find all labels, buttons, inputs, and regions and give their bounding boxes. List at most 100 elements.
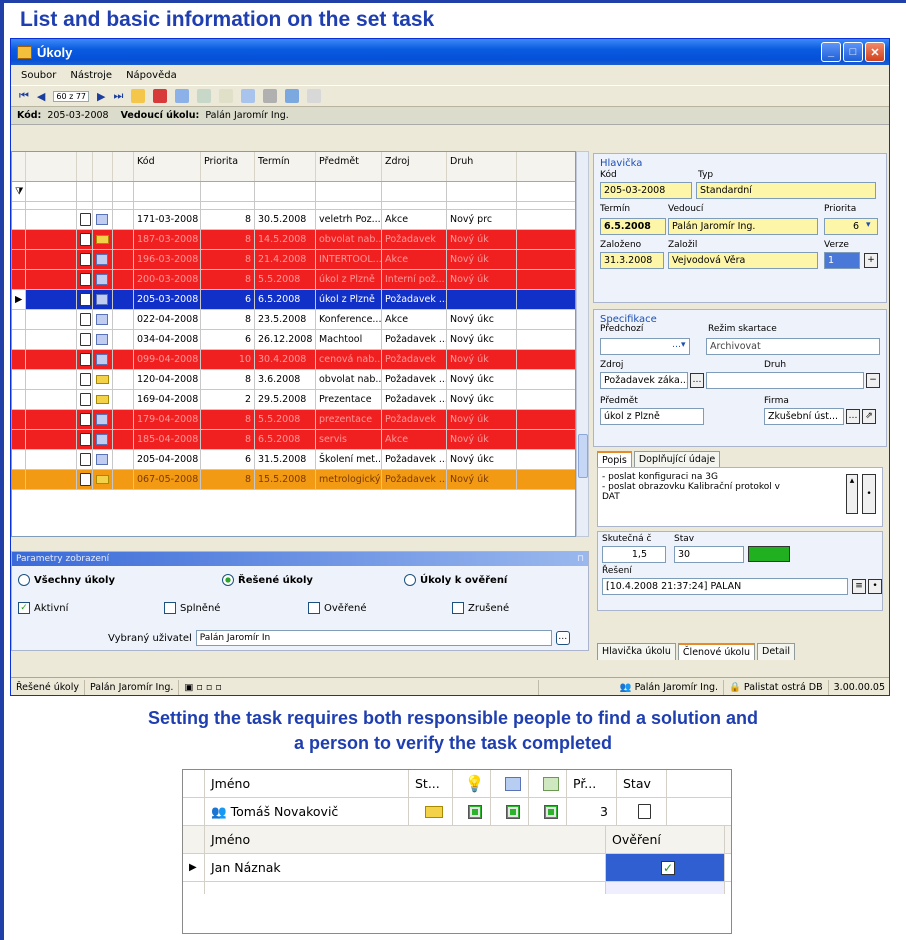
new-icon[interactable] (131, 89, 146, 103)
solver-row[interactable]: 👥 Tomáš Novakovič 3 (183, 798, 731, 826)
verze-button[interactable]: + (864, 253, 878, 268)
next-record-icon[interactable]: ▶ (97, 90, 105, 103)
zalozeno-field[interactable]: 31.3.2008 (600, 252, 664, 269)
delete-icon[interactable] (153, 89, 168, 103)
status-square-icon[interactable] (467, 804, 482, 819)
chk-active[interactable]: ✓ Aktivní (18, 602, 68, 614)
verifier-row[interactable]: ▶ Jan Náznak ✓ (183, 854, 731, 882)
kod-field[interactable]: 205-03-2008 (600, 182, 692, 199)
zdroj-field[interactable]: Požadavek záka... (600, 372, 688, 389)
selected-user-field[interactable]: Palán Jaromír In (195, 630, 552, 646)
last-record-icon[interactable]: ⏭ (114, 89, 124, 103)
col-druh[interactable]: Druh (447, 152, 517, 181)
tab-clenove[interactable]: Členové úkolu (677, 643, 756, 660)
druh-button[interactable]: − (866, 373, 880, 388)
chk-cancelled[interactable]: Zrušené (452, 602, 509, 614)
status-square-icon[interactable] (505, 804, 520, 819)
checkbox-checked-icon[interactable]: ✓ (18, 602, 30, 614)
table-row[interactable]: 196-03-2008 8 21.4.2008 INTERTOOL... Akce Nov… (12, 250, 575, 270)
rezim-select[interactable]: Archivovat (706, 338, 880, 355)
chk-done[interactable]: Splněné (164, 602, 220, 614)
termin-field[interactable]: 6.5.2008 (600, 218, 666, 235)
firma-browse-button[interactable]: … (846, 409, 860, 424)
chevron-down-icon[interactable]: …▾ (672, 340, 686, 350)
table-row[interactable]: 067-05-2008 8 15.5.2008 metrologický Požadav… (12, 470, 575, 490)
col-zdroj[interactable]: Zdroj (382, 152, 447, 181)
col-kod[interactable]: Kód (134, 152, 201, 181)
col-jmeno-2[interactable]: Jméno (205, 826, 605, 853)
table-row[interactable]: 205-04-2008 6 31.5.2008 Školení met... Požad… (12, 450, 575, 470)
radio-solved-icon[interactable] (222, 574, 234, 586)
grid-scroll-thumb[interactable] (578, 434, 588, 478)
tab-doplnujici[interactable]: Doplňující údaje (633, 451, 721, 468)
table-row[interactable]: 179-04-2008 8 5.5.2008 prezentace Požadavek N… (12, 410, 575, 430)
table-row[interactable]: 034-04-2008 6 26.12.2008 Machtool Požadavek … (12, 330, 575, 350)
first-record-icon[interactable]: ⏮ (19, 89, 29, 103)
typ-field[interactable]: Standardní (696, 182, 876, 199)
col-termin[interactable]: Termín (255, 152, 316, 181)
radio-verify-icon[interactable] (404, 574, 416, 586)
col-predmet[interactable]: Předmět (316, 152, 382, 181)
table-row[interactable]: 185-04-2008 8 6.5.2008 servis Akce Nový úk (12, 430, 575, 450)
reseni-scroll[interactable]: ≡ (852, 579, 866, 594)
reseni-field[interactable]: [10.4.2008 21:37:24] PALAN (602, 578, 848, 595)
firma-field[interactable]: Zkušební úst... (764, 408, 844, 425)
prev-record-icon[interactable]: ◀ (37, 90, 45, 103)
zalozil-field[interactable]: Vejvodová Věra (668, 252, 818, 269)
print-icon[interactable] (263, 89, 278, 103)
checkbox-icon[interactable] (164, 602, 176, 614)
chevron-down-icon[interactable]: ▾ (866, 220, 871, 230)
predmet-field[interactable]: úkol z Plzně (600, 408, 704, 425)
stav-select[interactable]: 30 (674, 546, 744, 563)
status-square-icon[interactable] (543, 804, 558, 819)
menu-napoveda[interactable]: Nápověda (126, 70, 177, 81)
verze-field[interactable]: 1 (824, 252, 860, 269)
edit-icon[interactable] (491, 770, 529, 797)
col-priorita[interactable]: Priorita (201, 152, 255, 181)
table-row[interactable]: ▶ 205-03-2008 6 6.5.2008 úkol z Plzně Požadav… (12, 290, 575, 310)
col-jmeno[interactable]: Jméno (205, 770, 409, 797)
popis-scrollbar[interactable]: ▴ (846, 474, 858, 514)
firma-detail-button[interactable]: ⇗ (862, 409, 876, 424)
druh-field[interactable] (706, 372, 864, 389)
reseni-expand-button[interactable]: • (868, 579, 882, 594)
table-row[interactable]: 169-04-2008 2 29.5.2008 Prezentace Požadavek… (12, 390, 575, 410)
vedouci-field[interactable]: Palán Jaromír Ing. (668, 218, 818, 235)
skutecna-spinner[interactable]: 1,5 (602, 546, 666, 563)
col-overeni[interactable]: Ověření (605, 826, 725, 853)
attach-icon[interactable] (307, 89, 322, 103)
menu-soubor[interactable]: Soubor (21, 70, 56, 81)
table-row[interactable]: 200-03-2008 8 5.5.2008 úkol z Plzně Interní … (12, 270, 575, 290)
menu-nastroje[interactable]: Nástroje (70, 70, 112, 81)
table-row[interactable]: 099-04-2008 10 30.4.2008 cenová nab... Požad… (12, 350, 575, 370)
maximize-button[interactable]: □ (843, 42, 863, 62)
browse-button[interactable]: … (555, 631, 570, 645)
cancel-icon[interactable] (219, 89, 234, 103)
close-button[interactable]: ✕ (865, 42, 885, 62)
checkbox-icon[interactable] (308, 602, 320, 614)
tab-hlavicka[interactable]: Hlavička úkolu (597, 643, 676, 660)
filter-row[interactable]: ⧩ (12, 182, 575, 202)
pin-icon[interactable]: ⊓ (577, 552, 584, 566)
bulb-icon[interactable]: 💡 (453, 770, 491, 797)
edit-icon[interactable] (175, 89, 190, 103)
table-row[interactable]: 187-03-2008 8 14.5.2008 obvolat nab... Požad… (12, 230, 575, 250)
save-icon[interactable] (197, 89, 212, 103)
export-icon[interactable] (285, 89, 300, 103)
col-stav[interactable]: Stav (617, 770, 667, 797)
col-st[interactable]: St... (409, 770, 453, 797)
chk-verified[interactable]: Ověřené (308, 602, 366, 614)
zdroj-browse-button[interactable]: … (690, 373, 704, 388)
refresh-icon[interactable] (241, 89, 256, 103)
radio-all[interactable]: Všechny úkoly (18, 574, 115, 586)
grid-vertical-scrollbar[interactable] (576, 151, 589, 537)
check-doc-icon[interactable] (529, 770, 567, 797)
table-row[interactable]: 022-04-2008 8 23.5.2008 Konference... Akce No… (12, 310, 575, 330)
col-pr[interactable]: Př... (567, 770, 617, 797)
radio-verify[interactable]: Úkoly k ověření (404, 574, 507, 586)
table-row[interactable]: 171-03-2008 8 30.5.2008 veletrh Poz... Akce N… (12, 210, 575, 230)
table-row[interactable]: 120-04-2008 8 3.6.2008 obvolat nab... Požada… (12, 370, 575, 390)
radio-solved[interactable]: Řešené úkoly (222, 574, 313, 586)
popis-box[interactable]: - poslat konfiguraci na 3G - poslat obra… (597, 467, 883, 527)
checkbox-icon[interactable] (452, 602, 464, 614)
